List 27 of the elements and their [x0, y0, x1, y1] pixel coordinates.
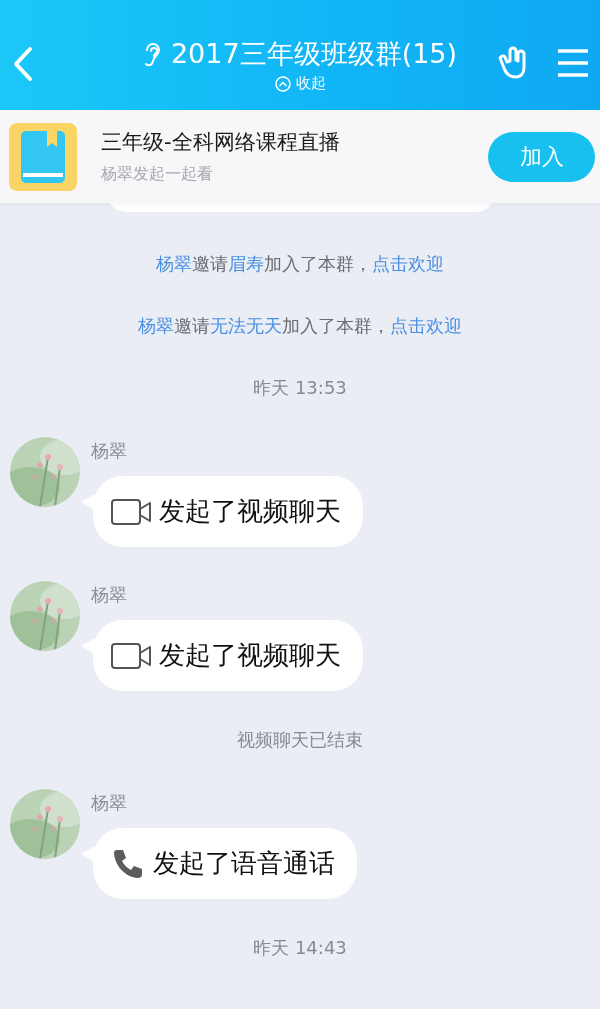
- collapse-icon[interactable]: [274, 75, 291, 92]
- user-link[interactable]: 杨翠: [138, 315, 174, 336]
- sender-name: 杨翠: [91, 439, 128, 461]
- user-link[interactable]: 点击欢迎: [390, 315, 462, 336]
- user-link[interactable]: 眉寿: [228, 253, 264, 274]
- system-text: 昨天 13:53: [252, 376, 348, 400]
- banner-title: 三年级-全科网络课程直播: [101, 129, 341, 156]
- chat-title: 2017三年级班级群(15): [170, 37, 458, 71]
- user-link[interactable]: 点击欢迎: [372, 253, 444, 274]
- user-link[interactable]: 无法无天: [210, 315, 282, 336]
- video-camera-icon: [111, 498, 151, 525]
- join-button[interactable]: 加入: [488, 131, 595, 182]
- sender-name: 杨翠: [91, 791, 128, 813]
- system-notice: 杨翠邀请无法无天加入了本群，点击欢迎: [137, 314, 463, 338]
- phone-icon: [111, 847, 145, 880]
- user-link[interactable]: 杨翠: [156, 253, 192, 274]
- system-notice: 杨翠邀请眉寿加入了本群，点击欢迎: [155, 252, 445, 276]
- collapse-link[interactable]: 收起: [295, 74, 326, 93]
- menu-icon[interactable]: [557, 48, 589, 78]
- video-camera-icon: [111, 642, 151, 669]
- system-text: 昨天 14:43: [252, 936, 348, 960]
- ear-icon: [142, 40, 161, 68]
- sender-name: 杨翠: [91, 583, 128, 605]
- system-text: 视频聊天已结束: [236, 728, 364, 752]
- back-icon[interactable]: [12, 46, 34, 82]
- book-icon: [9, 122, 77, 191]
- banner-subtitle: 杨翠发起一起看: [101, 164, 214, 185]
